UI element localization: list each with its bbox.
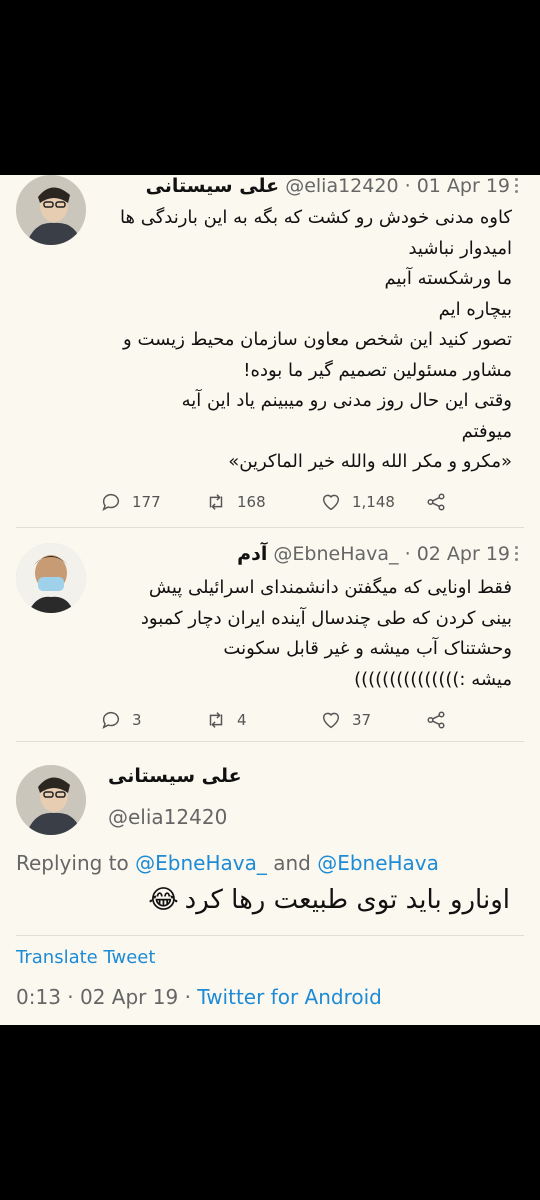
reply-button[interactable]: 3 (100, 705, 142, 735)
tweet-header: علی سیستانی @elia12420 · 01 Apr 19 (145, 175, 510, 197)
avatar[interactable] (16, 543, 86, 613)
tweet-line: فقط اونایی که میگفتن دانشمندای اسرائیلی … (148, 577, 512, 598)
reply-mention-1[interactable]: @EbneHava_ (135, 851, 267, 875)
tweet-line: «مکرو و مکر الله والله خیر الماکرین» (228, 451, 512, 472)
focused-handle[interactable]: @elia12420 (108, 805, 227, 829)
tweet-line: بینی کردن که طی چندسال آینده ایران دچار … (140, 607, 512, 629)
display-name[interactable]: آدم (237, 543, 267, 565)
tweet-text: کاوه مدنی خودش رو کشت که بگه به این بارن… (82, 203, 512, 478)
tweet-text: فقط اونایی که میگفتن دانشمندای اسرائیلی … (82, 573, 512, 695)
tweet-meta: 0:13 · 02 Apr 19 · Twitter for Android (16, 985, 382, 1009)
reply-count: 3 (132, 711, 142, 729)
retweet-icon (209, 494, 223, 510)
like-count: 37 (352, 711, 372, 729)
tweet-line: کاوه مدنی خودش رو کشت که بگه به این بارن… (120, 207, 512, 228)
laughing-emoji-icon: 😂 (148, 885, 179, 915)
divider (16, 527, 524, 528)
reply-button[interactable]: 177 (100, 487, 161, 517)
reply-icon (102, 493, 119, 511)
retweet-count: 168 (237, 493, 266, 511)
tweet-actions: 177 168 1,148 (100, 487, 460, 517)
tweet-time: 0:13 (16, 985, 61, 1009)
replying-and: and (273, 851, 311, 875)
tweet-line: بیچاره ایم (438, 298, 512, 320)
tweet-line: میوفتم (461, 420, 512, 442)
retweet-icon (209, 712, 223, 728)
focused-text: اونارو باید توی طبیعت رها کرد (184, 885, 510, 915)
tweet-line: امیدوار نباشید (408, 237, 512, 259)
reply-count: 177 (132, 493, 161, 511)
tweet-line: ما ورشکسته آبیم (384, 268, 512, 289)
retweet-button[interactable]: 4 (205, 705, 247, 735)
replying-prefix: Replying to (16, 851, 129, 875)
translate-tweet-link[interactable]: Translate Tweet (16, 947, 155, 968)
tweet-line: وقتی این حال روز مدنی رو میبینم یاد این … (181, 390, 512, 411)
retweet-count: 4 (237, 711, 247, 729)
share-button[interactable] (425, 487, 447, 517)
share-icon (427, 711, 445, 729)
tweet-date[interactable]: 01 Apr 19 (417, 175, 510, 197)
display-name[interactable]: علی سیستانی (146, 175, 280, 197)
tweet-1[interactable]: علی سیستانی @elia12420 · 01 Apr 19 کاوه … (0, 175, 540, 525)
tweet-thread-panel: علی سیستانی @elia12420 · 01 Apr 19 کاوه … (0, 175, 540, 1025)
like-button[interactable]: 37 (320, 705, 371, 735)
tweet-line: وحشتناک آب میشه و غیر قابل سکونت (223, 638, 512, 659)
focused-avatar[interactable] (16, 765, 86, 835)
like-count: 1,148 (352, 493, 395, 511)
more-options-icon[interactable] (508, 175, 524, 201)
replying-to: Replying to @EbneHava_ and @EbneHava (16, 851, 439, 875)
tweet-date[interactable]: 02 Apr 19 (417, 543, 510, 565)
retweet-button[interactable]: 168 (205, 487, 266, 517)
tweet-date: 02 Apr 19 (80, 985, 179, 1009)
divider (16, 741, 524, 742)
more-options-icon[interactable] (508, 543, 524, 569)
tweet-header: آدم @EbneHava_ · 02 Apr 19 (237, 543, 510, 565)
heart-icon (322, 494, 340, 511)
share-button[interactable] (425, 705, 447, 735)
focused-display-name[interactable]: علی سیستانی (108, 765, 242, 787)
focused-tweet-text: اونارو باید توی طبیعت رها کرد 😂 (148, 885, 510, 915)
reply-icon (102, 711, 119, 729)
handle[interactable]: @EbneHava_ (273, 543, 398, 565)
tweet-2[interactable]: آدم @EbneHava_ · 02 Apr 19 فقط اونایی که… (0, 543, 540, 743)
heart-icon (322, 712, 340, 729)
share-icon (427, 493, 445, 511)
tweet-actions: 3 4 37 (100, 705, 460, 735)
reply-mention-2[interactable]: @EbneHava (317, 851, 439, 875)
tweet-line: مشاور مسئولین تصمیم گیر ما بوده! (243, 359, 512, 381)
like-button[interactable]: 1,148 (320, 487, 395, 517)
tweet-line: تصور کنید این شخص معاون سازمان محیط زیست… (123, 329, 512, 350)
handle[interactable]: @elia12420 (285, 175, 398, 197)
avatar[interactable] (16, 175, 86, 245)
divider (16, 935, 524, 936)
tweet-line: میشه :))))))))))))))) (354, 668, 512, 690)
tweet-source[interactable]: Twitter for Android (197, 985, 382, 1009)
